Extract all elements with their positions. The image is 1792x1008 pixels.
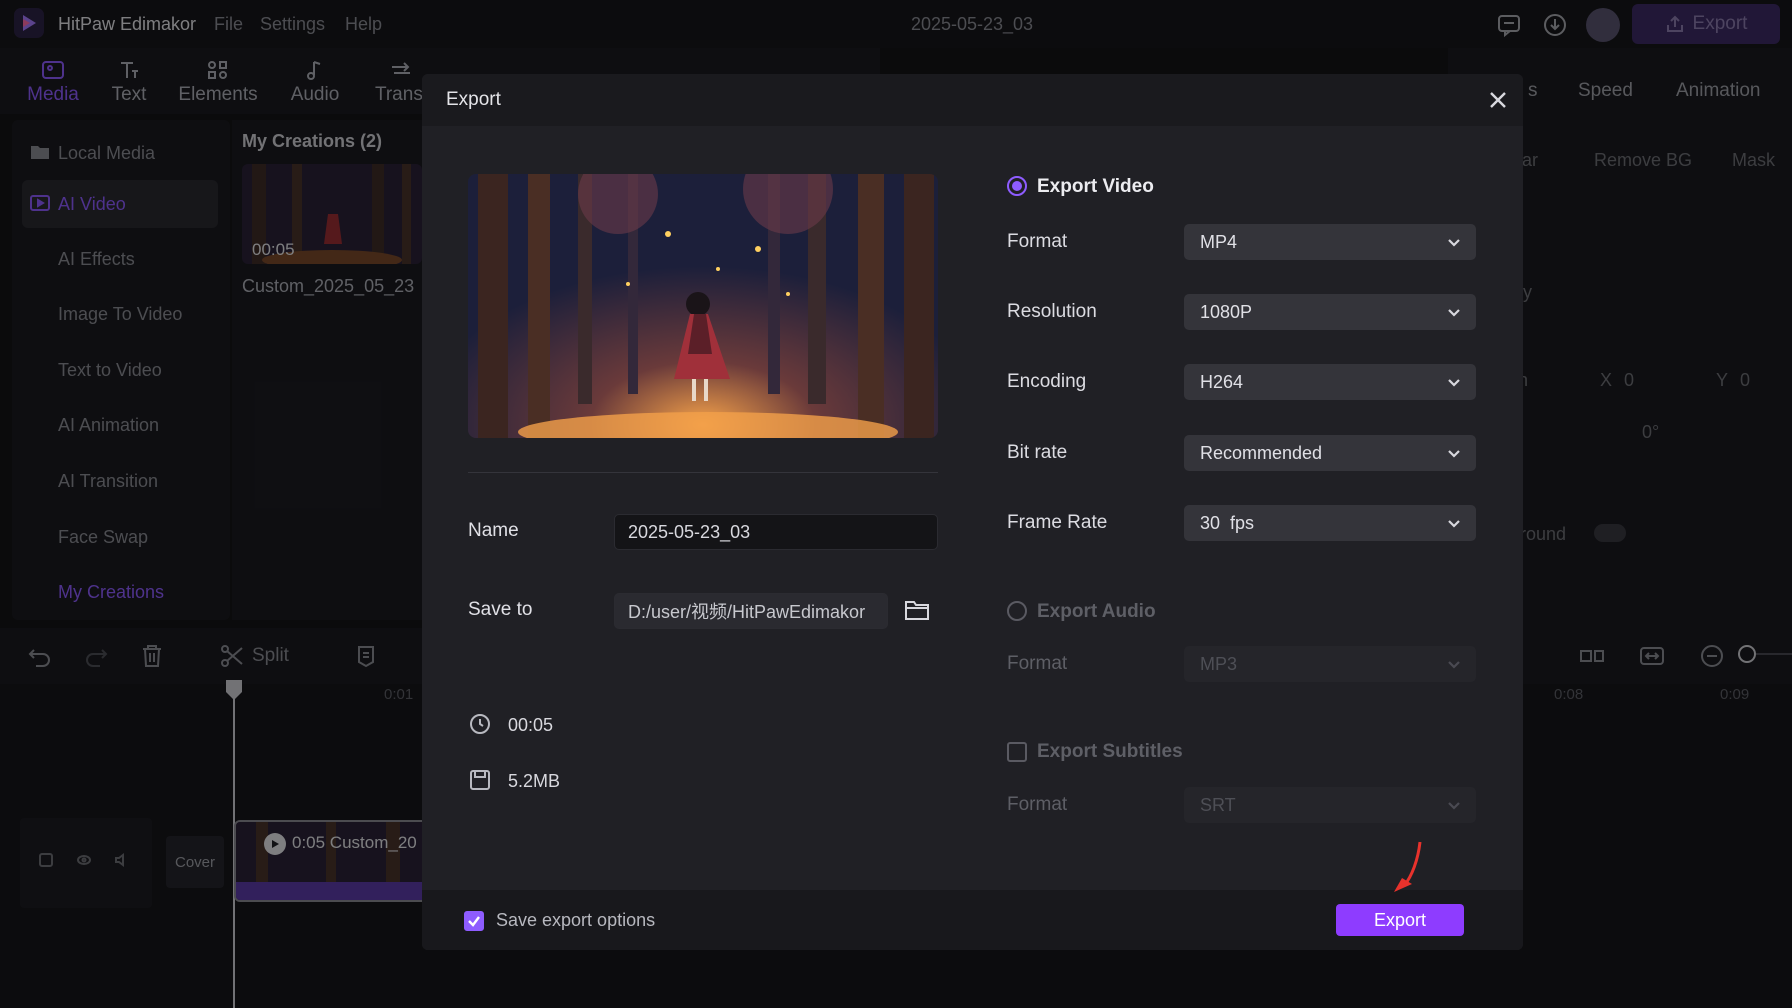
frame-rate-select[interactable]: 30 fps xyxy=(1184,505,1476,541)
file-size-icon xyxy=(468,768,492,792)
duration-value: 00:05 xyxy=(508,715,554,735)
encoding-label: Encoding xyxy=(1007,371,1087,392)
audio-format-select[interactable]: MP3 xyxy=(1184,646,1476,682)
chevron-down-icon xyxy=(1446,234,1462,250)
chevron-down-icon xyxy=(1446,445,1462,461)
export-audio-radio[interactable] xyxy=(1007,601,1027,621)
subtitles-format-label: Format xyxy=(1007,794,1068,815)
format-label: Format xyxy=(1007,231,1068,252)
audio-format-value: MP3 xyxy=(1200,653,1238,674)
save-to-label: Save to xyxy=(468,599,533,620)
resolution-value: 1080P xyxy=(1200,301,1253,322)
video-preview xyxy=(468,174,938,438)
folder-browse-icon[interactable] xyxy=(904,598,930,622)
export-audio-title[interactable]: Export Audio xyxy=(1037,601,1156,623)
save-export-options[interactable]: Save export options xyxy=(464,910,655,931)
encoding-select[interactable]: H264 xyxy=(1184,364,1476,400)
export-dialog: Export Name 2025-05-23_03 Save to D:/use… xyxy=(422,74,1523,950)
export-button[interactable]: Export xyxy=(1336,904,1464,936)
format-select[interactable]: MP4 xyxy=(1184,224,1476,260)
bit-rate-select[interactable]: Recommended xyxy=(1184,435,1476,471)
subtitles-format-select[interactable]: SRT xyxy=(1184,787,1476,823)
format-value: MP4 xyxy=(1200,231,1238,252)
subtitles-format-value: SRT xyxy=(1200,794,1236,815)
radio-selected-dot xyxy=(1012,181,1022,191)
annotation-arrow xyxy=(1388,840,1428,900)
chevron-down-icon xyxy=(1446,656,1462,672)
name-input[interactable]: 2025-05-23_03 xyxy=(614,514,938,550)
bit-rate-value: Recommended xyxy=(1200,442,1323,463)
export-subtitles-checkbox[interactable] xyxy=(1007,742,1027,762)
save-export-checkbox[interactable] xyxy=(464,910,484,931)
close-icon[interactable] xyxy=(1486,88,1510,112)
dialog-header xyxy=(422,74,1523,126)
encoding-value: H264 xyxy=(1200,371,1244,392)
frame-rate-value: 30 fps xyxy=(1200,512,1255,533)
file-size-value: 5.2MB xyxy=(508,771,561,791)
audio-format-label: Format xyxy=(1007,653,1068,674)
export-video-radio[interactable] xyxy=(1007,176,1027,196)
chevron-down-icon xyxy=(1446,797,1462,813)
clock-icon xyxy=(468,712,492,736)
chevron-down-icon xyxy=(1446,515,1462,531)
export-subtitles-title[interactable]: Export Subtitles xyxy=(1037,741,1183,763)
divider xyxy=(468,472,938,473)
save-export-label: Save export options xyxy=(496,910,656,930)
chevron-down-icon xyxy=(1446,374,1462,390)
name-label: Name xyxy=(468,520,519,541)
dialog-title: Export xyxy=(446,89,501,110)
export-video-title[interactable]: Export Video xyxy=(1037,176,1154,198)
frame-rate-label: Frame Rate xyxy=(1007,512,1108,533)
chevron-down-icon xyxy=(1446,304,1462,320)
bit-rate-label: Bit rate xyxy=(1007,442,1068,463)
resolution-label: Resolution xyxy=(1007,301,1097,322)
resolution-select[interactable]: 1080P xyxy=(1184,294,1476,330)
save-to-path[interactable]: D:/user/视频/HitPawEdimakor xyxy=(614,593,888,629)
